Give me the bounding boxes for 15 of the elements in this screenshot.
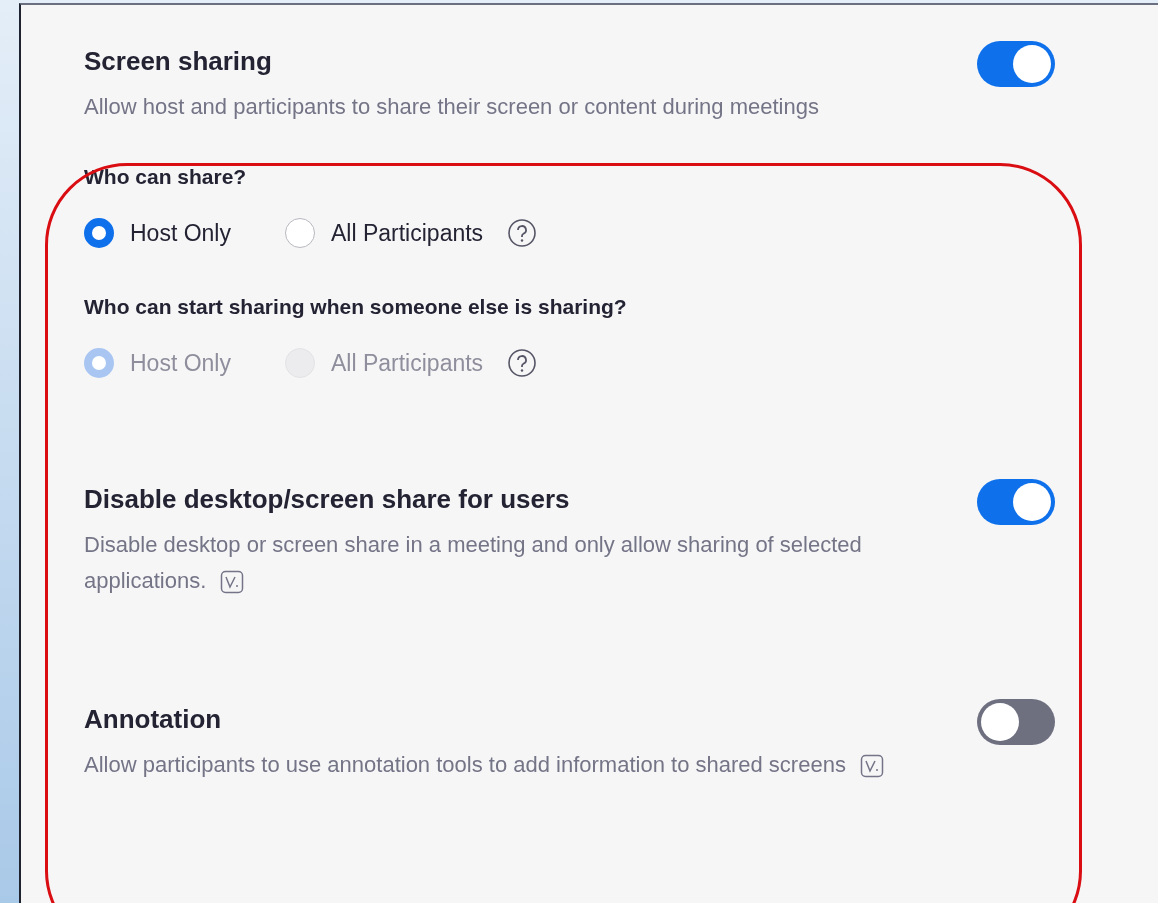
toggle-switch[interactable] — [977, 479, 1055, 525]
setting-title: Annotation — [84, 703, 223, 735]
option-label[interactable]: Host Only — [130, 219, 231, 247]
help-icon[interactable] — [507, 218, 538, 248]
setting-title: Screen sharing — [84, 45, 273, 77]
setting-description: Allow host and participants to share their screen or content during meetings — [84, 93, 819, 121]
radio-button[interactable] — [84, 218, 114, 248]
question-label: Who can start sharing when someone else is sharing? — [84, 294, 628, 320]
toggle-switch[interactable] — [977, 41, 1055, 87]
setting-title: Disable desktop/screen share for users — [84, 483, 571, 515]
toggle-switch[interactable] — [977, 699, 1055, 745]
radio-button[interactable] — [285, 218, 315, 248]
option-label[interactable]: All Participants — [331, 219, 484, 247]
setting-description: Allow participants to use annotation tools to add information to shared screens — [84, 747, 884, 783]
setting-description: Disable desktop or screen share in a meeting and only allow sharing of selected applications. — [84, 531, 863, 597]
